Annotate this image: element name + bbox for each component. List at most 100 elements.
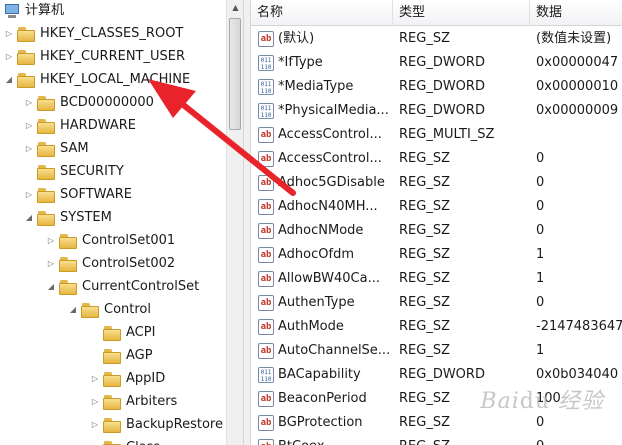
folder-icon: [37, 164, 55, 180]
value-name: (默认): [278, 31, 315, 46]
value-row[interactable]: ab AllowBW40Ca... REG_SZ 1: [251, 267, 622, 291]
tree-item-system[interactable]: ◢ SYSTEM: [24, 207, 112, 229]
tree-item-hkey-current-user[interactable]: ▷ HKEY_CURRENT_USER: [4, 46, 185, 68]
scroll-up-arrow-icon[interactable]: ▲: [227, 0, 244, 16]
string-value-icon: ab: [258, 439, 274, 445]
value-row[interactable]: ab Adhoc5GDisable REG_SZ 0: [251, 171, 622, 195]
value-name-cell: ab AccessControl...: [258, 123, 398, 147]
value-name: Adhoc5GDisable: [278, 175, 385, 190]
pane-splitter[interactable]: [243, 0, 251, 445]
value-name: AuthMode: [278, 319, 344, 334]
collapse-arrow-icon[interactable]: ◢: [68, 299, 78, 321]
tree-item-hardware[interactable]: ▷ HARDWARE: [24, 115, 136, 137]
value-type-cell: REG_SZ: [399, 151, 450, 166]
column-header-type[interactable]: 类型: [393, 0, 530, 26]
tree-item-label: Control: [104, 302, 151, 317]
tree-item-class[interactable]: ▷ Class: [90, 437, 160, 445]
tree-item-label: HKEY_LOCAL_MACHINE: [40, 72, 191, 87]
column-header-name[interactable]: 名称: [251, 0, 393, 26]
tree-item-security[interactable]: SECURITY: [24, 161, 124, 183]
value-name-cell: ab Adhoc5GDisable: [258, 171, 398, 195]
folder-icon: [37, 118, 55, 134]
value-row[interactable]: 011110 *IfType REG_DWORD 0x00000047 (71): [251, 51, 622, 75]
tree-item-label: ACPI: [126, 325, 156, 340]
tree-item-appid[interactable]: ▷ AppID: [90, 368, 165, 390]
value-row[interactable]: ab AutoChannelSe... REG_SZ 1: [251, 339, 622, 363]
folder-icon: [37, 141, 55, 157]
value-name-cell: 011 110 *IfType: [258, 51, 398, 75]
value-row[interactable]: ab AuthenType REG_SZ 0: [251, 291, 622, 315]
value-name: AccessControl...: [278, 127, 382, 142]
value-row[interactable]: ab AccessControl... REG_SZ 0: [251, 147, 622, 171]
tree-item-label: BCD00000000: [60, 95, 154, 110]
value-row[interactable]: 011110 *MediaType REG_DWORD 0x00000010 (16): [251, 75, 622, 99]
value-name: AdhocNMode: [278, 223, 364, 238]
expand-arrow-icon[interactable]: ▷: [90, 368, 100, 390]
value-row[interactable]: ab AdhocOfdm REG_SZ 1: [251, 243, 622, 267]
tree-item-label: SAM: [60, 141, 89, 156]
expand-arrow-icon[interactable]: ▷: [90, 437, 100, 445]
string-value-icon: ab: [258, 319, 274, 335]
collapse-arrow-icon[interactable]: ◢: [4, 69, 14, 91]
value-name-cell: ab AuthMode: [258, 315, 398, 339]
expand-arrow-icon[interactable]: ▷: [24, 138, 34, 160]
expand-arrow-icon[interactable]: ▷: [24, 115, 34, 137]
value-name-cell: ab AdhocNMode: [258, 219, 398, 243]
tree-item-backuprestore[interactable]: ▷ BackupRestore: [90, 414, 223, 436]
dword-value-icon: 011 110: [258, 55, 274, 71]
tree-item-arbiters[interactable]: ▷ Arbiters: [90, 391, 177, 413]
value-row[interactable]: ab AuthMode REG_SZ -2147483647: [251, 315, 622, 339]
value-type-cell: REG_SZ: [399, 31, 450, 46]
column-header-data[interactable]: 数据: [530, 0, 622, 26]
tree-item-bcd00000000[interactable]: ▷ BCD00000000: [24, 92, 154, 114]
value-data-cell: 0: [536, 223, 545, 238]
tree-item-sam[interactable]: ▷ SAM: [24, 138, 89, 160]
value-row[interactable]: ab BtCoex... REG_SZ0: [251, 435, 622, 445]
tree-item-controlset001[interactable]: ▷ ControlSet001: [46, 230, 175, 252]
tree-item-controlset002[interactable]: ▷ ControlSet002: [46, 253, 175, 275]
expand-arrow-icon[interactable]: ▷: [4, 23, 14, 45]
collapse-arrow-icon[interactable]: ◢: [46, 276, 56, 298]
value-name: AdhocN40MH...: [278, 199, 378, 214]
value-row[interactable]: 011 110 *PhysicalMedia... REG_DWORD 0x000000…: [251, 99, 622, 123]
value-type-cell: REG_SZ: [399, 175, 450, 190]
expand-arrow-icon[interactable]: ▷: [46, 230, 56, 252]
value-row[interactable]: ab AdhocNMode REG_SZ 0: [251, 219, 622, 243]
expand-arrow-icon[interactable]: ▷: [90, 414, 100, 436]
expand-arrow-icon[interactable]: ▷: [90, 391, 100, 413]
tree-item-label: SECURITY: [60, 164, 124, 179]
folder-icon: [37, 95, 55, 111]
tree-scroll-thumb[interactable]: [229, 18, 241, 130]
tree-item-label: SOFTWARE: [60, 187, 132, 202]
value-name-cell: ab AllowBW40Ca...: [258, 267, 398, 291]
folder-icon: [103, 371, 121, 387]
tree-item-acpi[interactable]: ACPI: [90, 322, 155, 344]
folder-icon: [37, 187, 55, 203]
expand-arrow-icon: [24, 161, 34, 183]
value-row[interactable]: ab AdhocN40MH... REG_SZ 0: [251, 195, 622, 219]
expand-arrow-icon[interactable]: ▷: [24, 184, 34, 206]
value-row[interactable]: ab AccessControl... REG_MULTI_SZ: [251, 123, 622, 147]
tree-item-hkey-local-machine[interactable]: ◢ HKEY_LOCAL_MACHINE: [4, 69, 190, 91]
computer-icon: [4, 4, 20, 18]
tree-item-control[interactable]: ◢ Control: [68, 299, 151, 321]
string-value-icon: ab: [258, 127, 274, 143]
value-type-cell: REG_SZ: [399, 295, 450, 310]
expand-arrow-icon[interactable]: ▷: [4, 46, 14, 68]
tree-item-currentcontrolset[interactable]: ◢ CurrentControlSet: [46, 276, 199, 298]
expand-arrow-icon[interactable]: ▷: [46, 253, 56, 275]
tree-root-computer[interactable]: 计算机: [4, 0, 64, 22]
value-type-cell: REG_SZ: [399, 199, 450, 214]
tree-scrollbar[interactable]: ▲: [226, 0, 243, 445]
tree-item-hkey-classes-root[interactable]: ▷ HKEY_CLASSES_ROOT: [4, 23, 183, 45]
folder-icon: [103, 417, 121, 433]
value-row[interactable]: ab (默认) REG_SZ (数值未设置): [251, 27, 622, 51]
collapse-arrow-icon[interactable]: ◢: [24, 207, 34, 229]
tree-item-agp[interactable]: AGP: [90, 345, 153, 367]
values-list: 名称 类型 数据 ab (默认) REG_SZ (数值未设置) 011 110 *IfTyp…: [251, 0, 622, 445]
expand-arrow-icon[interactable]: ▷: [24, 92, 34, 114]
tree-item-software[interactable]: ▷ SOFTWARE: [24, 184, 132, 206]
folder-icon: [103, 440, 121, 445]
value-name-cell: ab AdhocOfdm: [258, 243, 398, 267]
tree-root-label: 计算机: [25, 3, 65, 18]
